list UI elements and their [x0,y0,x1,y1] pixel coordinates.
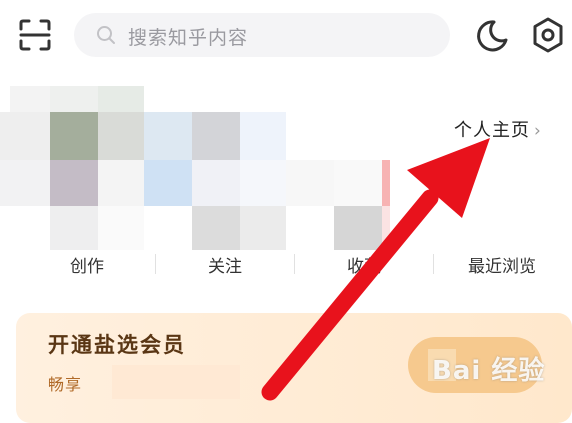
profile-blurred-area [0,86,400,256]
chevron-right-icon: › [534,121,542,141]
search-bar[interactable]: 搜索知乎内容 [74,13,450,57]
vip-blurred-text [112,365,240,399]
personal-homepage-link[interactable]: 个人主页 › [454,116,542,142]
stat-favorites[interactable]: 收藏 [347,252,381,277]
scan-icon[interactable] [18,18,52,52]
personal-homepage-label: 个人主页 [454,120,530,141]
moon-icon[interactable] [474,18,510,54]
watermark: Bai 经验 [432,356,546,386]
divider [155,254,156,274]
vip-card-subtitle: 畅享 [48,375,83,394]
divider [433,254,434,274]
stat-creations[interactable]: 创作 [70,252,104,277]
search-icon [97,26,115,44]
stat-recent-views[interactable]: 最近浏览 [468,252,536,277]
divider [294,254,295,274]
top-bar: 搜索知乎内容 [0,0,572,72]
search-placeholder: 搜索知乎内容 [128,27,249,49]
vip-card-title: 开通盐选会员 [48,333,186,357]
stats-row: 创作 关注 收藏 最近浏览 [0,252,572,280]
gear-icon[interactable] [530,16,566,54]
stat-following[interactable]: 关注 [208,252,242,277]
